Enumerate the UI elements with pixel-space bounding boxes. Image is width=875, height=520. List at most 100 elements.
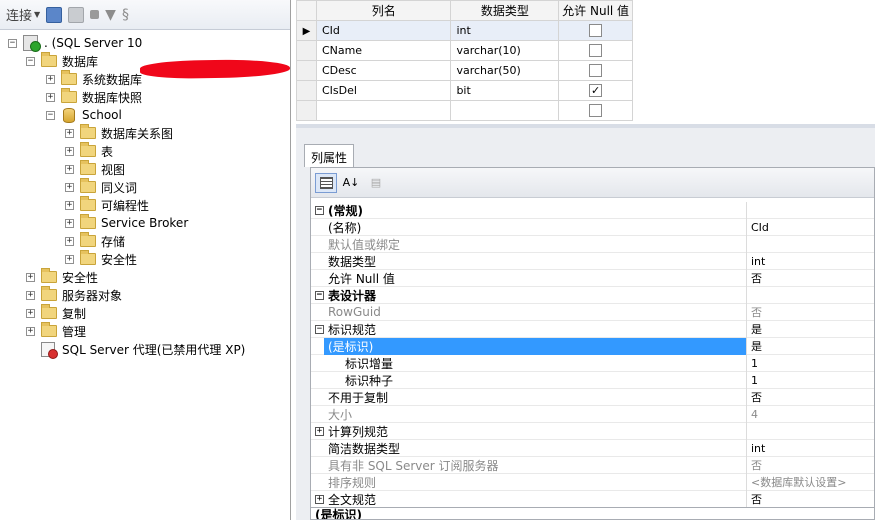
connect-object-explorer-button[interactable] [46, 5, 63, 25]
column-header-name[interactable]: 列名 [315, 0, 452, 21]
property-row[interactable]: 标识种子 1 [311, 371, 874, 389]
table-row-new[interactable] [296, 100, 633, 121]
expand-icon[interactable]: + [315, 426, 324, 436]
property-name[interactable]: (名称) [311, 218, 747, 236]
table-row[interactable]: CIsDel bit ✓ [296, 80, 633, 101]
property-value[interactable]: int [747, 440, 874, 457]
table-row[interactable]: CDesc varchar(50) [296, 60, 633, 81]
property-name[interactable]: (是标识) [324, 337, 747, 355]
expand-icon[interactable]: + [26, 326, 35, 336]
tree-node-management[interactable]: + 管理 [26, 322, 86, 340]
connect-button[interactable]: 连接 ▼ [6, 5, 40, 25]
tree-node-tables[interactable]: + 表 [65, 142, 113, 160]
property-value[interactable]: 是 [747, 321, 874, 338]
tree-node-storage[interactable]: + 存储 [65, 232, 125, 250]
property-row[interactable]: + 计算列规范 [311, 422, 874, 440]
property-row[interactable]: (名称) CId [311, 218, 874, 236]
tree-node-databases[interactable]: − 数据库 [26, 52, 98, 70]
allow-null-checkbox-checked[interactable]: ✓ [589, 84, 603, 98]
column-type-cell[interactable]: bit [450, 80, 560, 101]
property-row[interactable]: 标识增量 1 [311, 354, 874, 372]
column-name-cell[interactable]: CName [315, 40, 452, 61]
expand-icon[interactable]: + [65, 128, 74, 138]
row-selector[interactable] [296, 40, 317, 61]
property-category-row[interactable]: − (常规) [311, 201, 874, 219]
property-value[interactable]: 否 [747, 270, 874, 287]
refresh-button[interactable]: § [122, 5, 129, 25]
property-pages-button[interactable]: ▤ [365, 173, 387, 193]
property-name[interactable]: + 全文规范 [311, 490, 747, 508]
property-row[interactable]: (是标识) 是 [311, 337, 874, 355]
tree-node-school[interactable]: − School [46, 106, 122, 124]
property-name[interactable]: 简洁数据类型 [311, 439, 747, 457]
property-value[interactable]: CId [747, 219, 874, 236]
disconnect-button[interactable] [68, 5, 85, 25]
collapse-icon[interactable]: − [26, 56, 35, 66]
property-name[interactable]: 不用于复制 [311, 388, 747, 406]
expand-icon[interactable]: + [65, 218, 74, 228]
categorized-button[interactable] [315, 172, 337, 193]
expand-icon[interactable]: + [315, 494, 324, 504]
tree-node-views[interactable]: + 视图 [65, 160, 125, 178]
expand-icon[interactable]: + [65, 236, 74, 246]
tree-node-replication[interactable]: + 复制 [26, 304, 86, 322]
expand-icon[interactable]: + [26, 272, 35, 282]
row-selector[interactable] [296, 80, 317, 101]
collapse-icon[interactable]: − [8, 38, 17, 48]
column-name-cell[interactable] [315, 100, 452, 121]
property-row[interactable]: + 全文规范 否 [311, 490, 874, 508]
property-value[interactable]: 4 [747, 406, 874, 423]
property-name[interactable]: − 标识规范 [311, 320, 747, 338]
table-row[interactable]: ▶ CId int [296, 20, 633, 41]
row-selector[interactable] [296, 100, 317, 121]
property-name[interactable]: + 计算列规范 [311, 422, 747, 440]
property-name[interactable]: 大小 [311, 405, 747, 423]
table-row[interactable]: CName varchar(10) [296, 40, 633, 61]
allow-null-checkbox[interactable] [589, 104, 603, 118]
property-row[interactable]: 不用于复制 否 [311, 388, 874, 406]
property-name[interactable]: − 表设计器 [311, 286, 747, 304]
stop-button[interactable] [90, 5, 100, 25]
alphabetical-button[interactable]: A↓ [340, 173, 362, 193]
allow-null-cell[interactable] [558, 100, 633, 121]
tree-node-database-snapshots[interactable]: + 数据库快照 [46, 88, 142, 106]
property-value[interactable] [747, 423, 874, 440]
property-value[interactable]: <数据库默认设置> [747, 474, 874, 491]
column-type-cell[interactable]: varchar(50) [450, 60, 560, 81]
allow-null-cell[interactable] [558, 60, 633, 81]
tree-node-system-databases[interactable]: + 系统数据库 [46, 70, 142, 88]
tree-node-security[interactable]: + 安全性 [26, 268, 98, 286]
column-name-cell[interactable]: CIsDel [315, 80, 452, 101]
column-name-cell[interactable]: CDesc [315, 60, 452, 81]
allow-null-cell[interactable] [558, 20, 633, 41]
property-name[interactable]: 默认值或绑定 [311, 235, 747, 253]
tree-node-agent[interactable]: SQL Server 代理(已禁用代理 XP) [26, 340, 245, 359]
property-value[interactable] [747, 236, 874, 253]
allow-null-checkbox[interactable] [589, 24, 603, 38]
column-name-cell[interactable]: CId [315, 20, 452, 41]
property-row[interactable]: 允许 Null 值 否 [311, 269, 874, 287]
property-name[interactable]: 允许 Null 值 [311, 269, 747, 287]
tree-node-db-security[interactable]: + 安全性 [65, 250, 137, 268]
property-row[interactable]: 排序规则 <数据库默认设置> [311, 473, 874, 491]
tree-node-server-objects[interactable]: + 服务器对象 [26, 286, 122, 304]
property-row[interactable]: 简洁数据类型 int [311, 439, 874, 457]
property-value[interactable]: 否 [747, 491, 874, 508]
expand-icon[interactable]: + [65, 164, 74, 174]
expand-icon[interactable]: + [26, 308, 35, 318]
expand-icon[interactable]: + [65, 200, 74, 210]
property-name[interactable]: 排序规则 [311, 473, 747, 491]
column-type-cell[interactable]: varchar(10) [450, 40, 560, 61]
collapse-icon[interactable]: − [315, 290, 324, 300]
property-row[interactable]: 大小 4 [311, 405, 874, 423]
expand-icon[interactable]: + [26, 290, 35, 300]
expand-icon[interactable]: + [65, 254, 74, 264]
allow-null-cell[interactable] [558, 40, 633, 61]
allow-null-checkbox[interactable] [589, 64, 603, 78]
property-value[interactable]: 1 [747, 355, 874, 372]
filter-button[interactable]: ▼ [105, 5, 116, 25]
column-type-cell[interactable]: int [450, 20, 560, 41]
property-name[interactable]: 标识种子 [311, 371, 747, 389]
property-category-row[interactable]: − 表设计器 [311, 286, 874, 304]
property-name[interactable]: 标识增量 [311, 354, 747, 372]
